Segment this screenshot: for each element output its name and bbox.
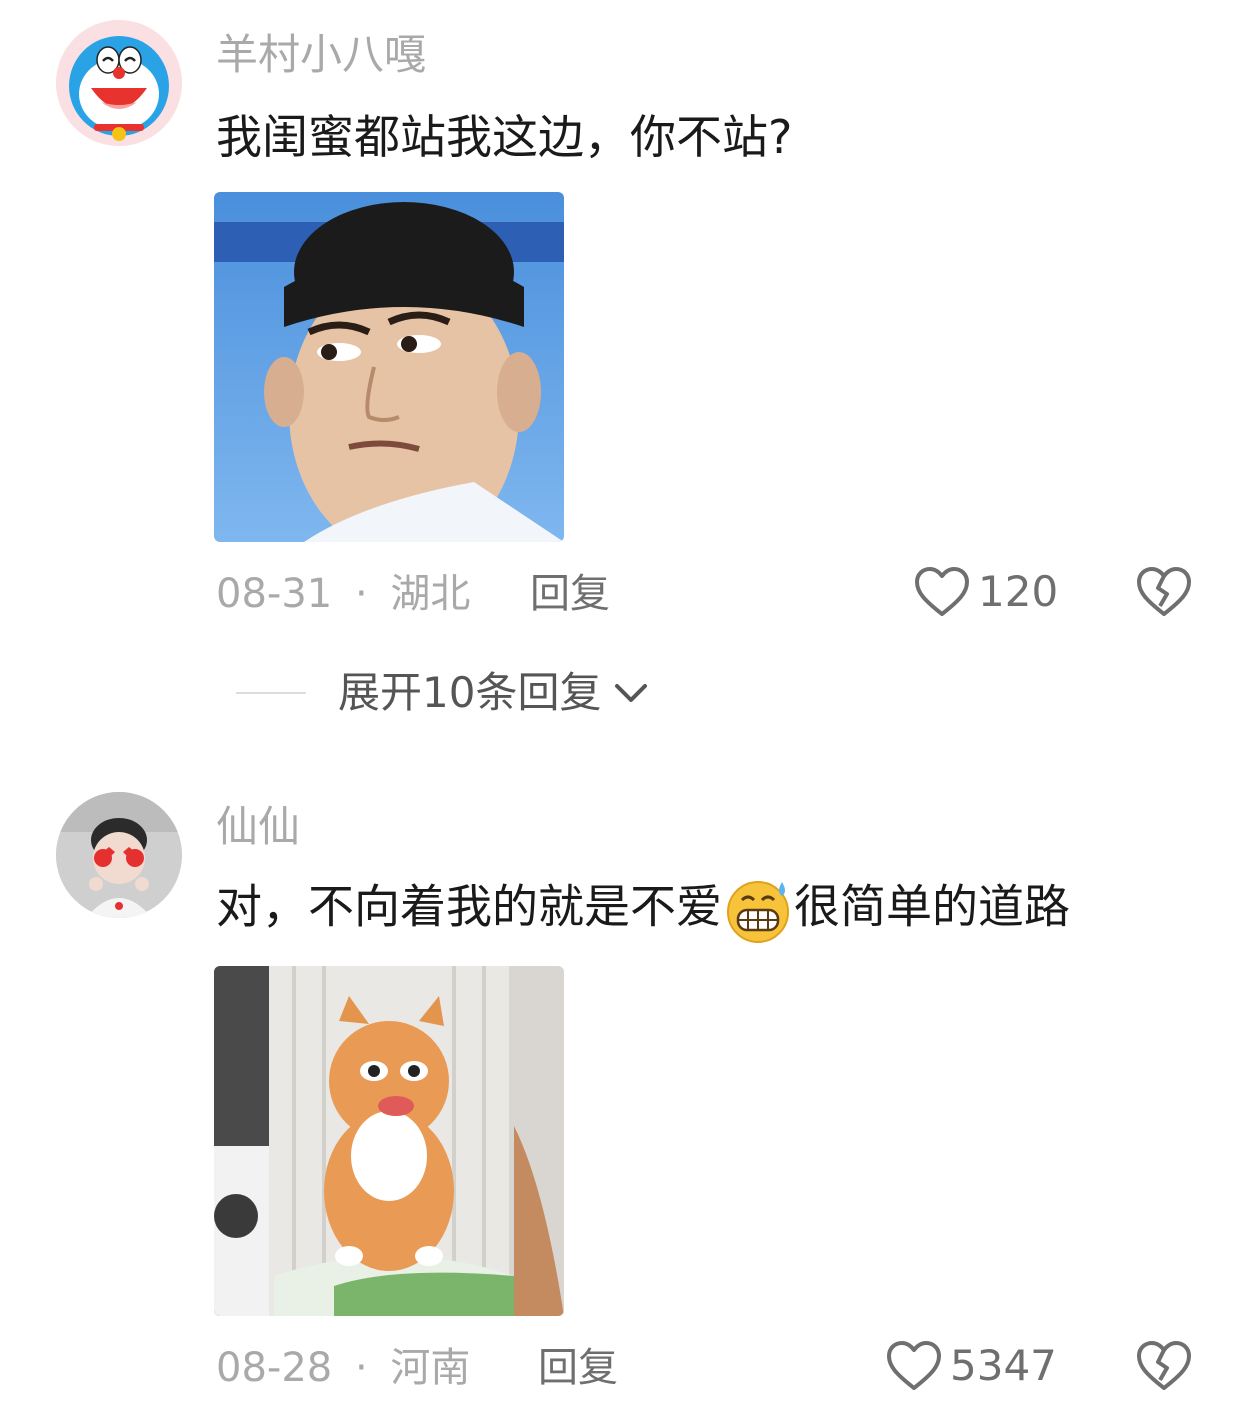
dislike-button[interactable] xyxy=(1136,1340,1192,1396)
like-count: 5347 xyxy=(950,1341,1057,1390)
girl-hearts-avatar-icon xyxy=(56,792,182,918)
dislike-button[interactable] xyxy=(1136,566,1192,622)
comment-location: 湖北 xyxy=(390,571,471,617)
comment-text-part: 很简单的道路 xyxy=(794,879,1070,934)
comment-image[interactable] xyxy=(214,966,564,1316)
meme-man-face-image xyxy=(214,192,564,542)
separator-dot: · xyxy=(354,1345,368,1391)
comment-date: 08-28 xyxy=(216,1345,333,1391)
broken-heart-icon xyxy=(1137,1341,1191,1390)
divider xyxy=(236,692,306,694)
comment-text: 对，不向着我的就是不爱 很简单的道路 xyxy=(216,876,1070,944)
comment-username[interactable]: 羊村小八嘎 xyxy=(216,34,426,76)
comment-text-part: 对，不向着我的就是不爱 xyxy=(216,879,722,934)
avatar[interactable] xyxy=(56,20,182,146)
reply-button[interactable]: 回复 xyxy=(530,574,610,614)
grinning-sweat-emoji-icon xyxy=(727,881,789,943)
avatar[interactable] xyxy=(56,792,182,918)
comment-date: 08-31 xyxy=(216,571,333,617)
like-count: 120 xyxy=(978,567,1059,616)
comment-username[interactable]: 仙仙 xyxy=(216,806,300,848)
heart-icon xyxy=(887,1341,941,1390)
broken-heart-icon xyxy=(1137,567,1191,616)
comment-meta: 08-28 · 河南 xyxy=(216,1348,470,1388)
comment-meta: 08-31 · 湖北 xyxy=(216,574,470,614)
comment-text: 我闺蜜都站我这边，你不站? xyxy=(216,110,793,164)
separator-dot: · xyxy=(354,571,368,617)
like-button[interactable]: 120 xyxy=(914,566,1058,618)
expand-replies-button[interactable]: 展开10条回复 xyxy=(236,672,651,714)
comment-image[interactable] xyxy=(214,192,564,542)
like-button[interactable]: 5347 xyxy=(886,1340,1057,1392)
chevron-down-icon xyxy=(615,684,648,702)
heart-icon xyxy=(915,567,969,616)
doraemon-avatar-icon xyxy=(56,20,182,146)
expand-replies-label: 展开10条回复 xyxy=(338,668,602,717)
comment-location: 河南 xyxy=(390,1345,471,1391)
reply-button[interactable]: 回复 xyxy=(538,1348,618,1388)
orange-cat-meme-image xyxy=(214,966,564,1316)
